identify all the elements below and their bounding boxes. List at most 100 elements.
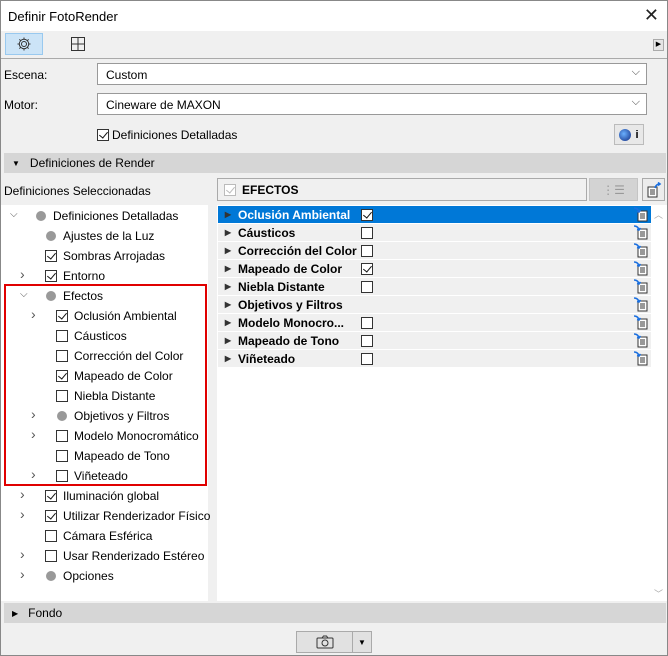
effect-row[interactable]: ▶ Cáusticos [218, 224, 651, 241]
collapse-icon[interactable]: ⌵ [10, 209, 18, 220]
foto-render-window: Definir FotoRender ✕ ▶ Escena: Custom ⌵ M… [0, 0, 668, 656]
engine-value: Cineware de MAXON [106, 98, 221, 112]
effect-label: Oclusión Ambiental [238, 207, 351, 222]
checkbox[interactable] [361, 334, 373, 347]
import-settings-icon[interactable] [633, 315, 649, 333]
import-settings-icon[interactable] [633, 207, 649, 225]
expand-icon[interactable]: › [20, 546, 25, 562]
import-settings-icon[interactable] [633, 261, 649, 279]
checkbox[interactable] [361, 262, 373, 275]
tree-item[interactable]: Utilizar Renderizador Físico [45, 506, 210, 526]
effects-checkbox[interactable] [224, 183, 236, 196]
engine-select[interactable]: Cineware de MAXON ⌵ [97, 93, 647, 115]
effects-list: ▶ Oclusión Ambiental ▶ Cáusticos ▶ Corrección… [217, 205, 667, 601]
tree-item-label: Entorno [63, 269, 106, 283]
scene-value: Custom [106, 68, 148, 82]
expand-icon[interactable]: › [20, 486, 25, 502]
scroll-down-icon[interactable]: ﹀ [654, 587, 663, 600]
tree-item[interactable]: Opciones [45, 566, 114, 586]
expand-icon[interactable]: ▶ [218, 300, 238, 309]
checkbox[interactable] [361, 352, 373, 365]
render-settings-section[interactable]: ▼ Definiciones de Render [4, 153, 666, 173]
export-settings-button[interactable] [642, 178, 665, 201]
expand-icon[interactable]: ▶ [218, 246, 238, 255]
effect-row[interactable]: ▶ Objetivos y Filtros [218, 296, 651, 313]
effect-row[interactable]: ▶ Oclusión Ambiental [218, 206, 651, 223]
list-icon: ⋮☰ [602, 182, 625, 197]
checkbox[interactable] [361, 208, 373, 221]
section-title: Fondo [28, 606, 63, 620]
highlight-box [4, 284, 207, 486]
detailed-settings-checkbox[interactable]: Definiciones Detalladas [97, 128, 237, 142]
toolbar: ▶ [1, 31, 667, 59]
import-settings-icon[interactable] [633, 297, 649, 315]
expand-icon[interactable]: ▶ [218, 318, 238, 327]
render-camera-button[interactable] [297, 632, 353, 652]
gear-icon [17, 37, 31, 51]
tree-item-label: Usar Renderizado Estéreo [63, 549, 205, 563]
checkbox[interactable] [361, 280, 373, 293]
checkbox[interactable] [45, 550, 57, 562]
checkbox[interactable] [361, 316, 373, 329]
tree-item[interactable]: Entorno [45, 266, 105, 286]
engine-label: Motor: [4, 98, 39, 112]
effect-label: Mapeado de Color [238, 261, 343, 276]
checkbox[interactable] [45, 530, 57, 542]
list-view-button[interactable]: ⋮☰ [589, 178, 638, 201]
scrollbar[interactable]: ︿ ﹀ [652, 206, 666, 600]
checkbox[interactable] [97, 129, 109, 141]
scroll-up-icon[interactable]: ︿ [654, 208, 663, 221]
checkbox[interactable] [45, 490, 57, 502]
effect-label: Modelo Monocro... [238, 315, 344, 330]
checkbox[interactable] [45, 510, 57, 522]
effect-label: Niebla Distante [238, 279, 325, 294]
import-settings-icon[interactable] [633, 243, 649, 261]
expand-icon[interactable]: › [20, 506, 25, 522]
scene-select[interactable]: Custom ⌵ [97, 63, 647, 85]
expand-icon[interactable]: › [20, 266, 25, 282]
import-settings-icon[interactable] [633, 351, 649, 369]
checkbox[interactable] [45, 250, 57, 262]
tree-item[interactable]: Usar Renderizado Estéreo [45, 546, 204, 566]
expand-icon[interactable]: ▶ [218, 210, 238, 219]
background-section[interactable]: ▶ Fondo [4, 603, 666, 623]
effect-label: Viñeteado [238, 351, 296, 366]
effect-row[interactable]: ▶ Mapeado de Tono [218, 332, 651, 349]
effect-row[interactable]: ▶ Modelo Monocro... [218, 314, 651, 331]
tree-item[interactable]: Cámara Esférica [45, 526, 152, 546]
cineware-info-button[interactable]: i [614, 124, 644, 145]
tree-item-label: Cámara Esférica [63, 529, 153, 543]
expand-icon[interactable]: ▶ [218, 354, 238, 363]
checkbox[interactable] [361, 226, 373, 239]
checkbox[interactable] [45, 270, 57, 282]
triangle-right-icon: ▶ [12, 609, 19, 618]
expand-icon[interactable]: ▶ [218, 228, 238, 237]
tree-item[interactable]: Ajustes de la Luz [45, 226, 154, 246]
checkbox[interactable] [361, 244, 373, 257]
render-options-dropdown[interactable]: ▼ [353, 632, 371, 652]
expand-icon[interactable]: › [20, 566, 25, 582]
effect-row[interactable]: ▶ Viñeteado [218, 350, 651, 367]
tree-item[interactable]: Definiciones Detalladas [35, 206, 178, 226]
effect-row[interactable]: ▶ Corrección del Color [218, 242, 651, 259]
import-settings-icon[interactable] [633, 333, 649, 351]
title-bar: Definir FotoRender ✕ [1, 1, 667, 31]
section-title: Definiciones de Render [29, 156, 155, 170]
scene-label: Escena: [4, 68, 48, 82]
effect-row[interactable]: ▶ Mapeado de Color [218, 260, 651, 277]
tree-item[interactable]: Iluminación global [45, 486, 159, 506]
expand-icon[interactable]: ▶ [218, 336, 238, 345]
import-settings-icon[interactable] [633, 279, 649, 297]
expand-icon[interactable]: ▶ [218, 264, 238, 273]
dot-icon [46, 231, 56, 241]
settings-tab[interactable] [5, 33, 43, 55]
expand-icon[interactable]: ▶ [218, 282, 238, 291]
tree-item[interactable]: Sombras Arrojadas [45, 246, 165, 266]
expand-arrow-button[interactable]: ▶ [653, 39, 664, 51]
render-button[interactable]: ▼ [296, 631, 372, 653]
import-settings-icon[interactable] [633, 225, 649, 243]
layout-tab[interactable] [59, 33, 97, 55]
effect-label: Cáusticos [238, 225, 296, 240]
effect-row[interactable]: ▶ Niebla Distante [218, 278, 651, 295]
close-icon[interactable]: ✕ [644, 5, 659, 26]
